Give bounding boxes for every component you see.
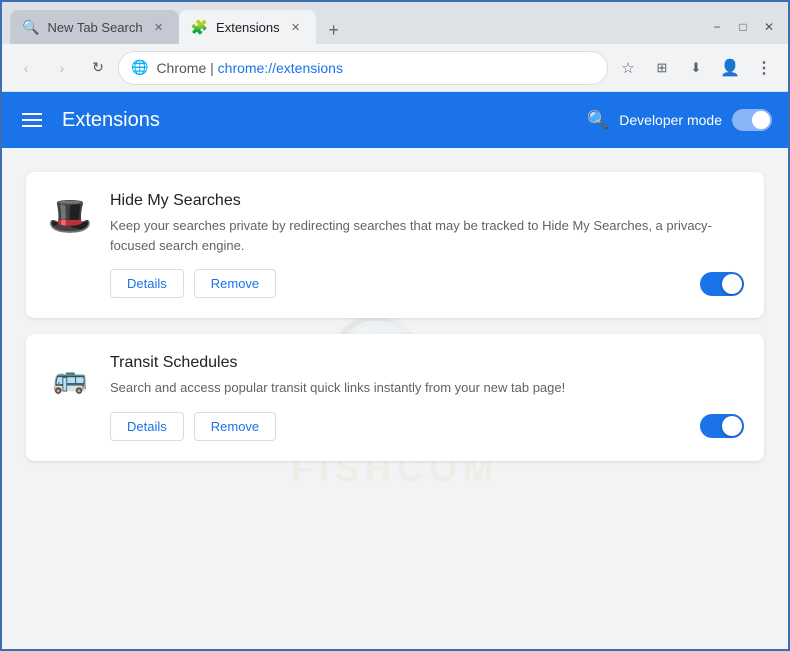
tab-search-icon: 🔍 xyxy=(22,19,39,36)
transit-schedules-toggle-knob xyxy=(722,416,742,436)
menu-icon[interactable]: ⋮ xyxy=(748,52,780,84)
minimize-button[interactable]: − xyxy=(706,16,728,38)
extension-card-transit-schedules: 🚌 Transit Schedules Search and access po… xyxy=(26,334,764,461)
nav-bar: ‹ › ↻ 🌐 Chrome | chrome://extensions ☆ ⊞… xyxy=(2,44,788,92)
tab-new-tab-search-label: New Tab Search xyxy=(47,20,142,35)
reload-button[interactable]: ↻ xyxy=(82,52,114,84)
extensions-header: Extensions 🔍 Developer mode xyxy=(2,92,788,148)
hide-my-searches-toggle[interactable] xyxy=(700,272,744,296)
transit-schedules-remove-button[interactable]: Remove xyxy=(194,412,276,441)
address-text: Chrome | chrome://extensions xyxy=(156,60,595,76)
transit-schedules-body: Transit Schedules Search and access popu… xyxy=(110,354,744,441)
main-content: 🔍 FISHCOM 🎩 Hide My Searches Keep your s… xyxy=(2,148,788,649)
developer-mode-toggle[interactable] xyxy=(732,109,772,131)
tab-extensions-icon: 🧩 xyxy=(191,19,208,36)
new-tab-button[interactable]: + xyxy=(320,16,348,44)
tab-new-tab-search[interactable]: 🔍 New Tab Search ✕ xyxy=(10,10,179,44)
transit-schedules-desc: Search and access popular transit quick … xyxy=(110,378,744,398)
address-domain: Chrome | xyxy=(156,60,217,76)
hide-my-searches-desc: Keep your searches private by redirectin… xyxy=(110,216,744,255)
tab-bar: 🔍 New Tab Search ✕ 🧩 Extensions ✕ + − □ … xyxy=(2,2,788,44)
tab-new-tab-search-close[interactable]: ✕ xyxy=(151,19,167,35)
hide-my-searches-toggle-knob xyxy=(722,274,742,294)
window-controls: − □ ✕ xyxy=(706,16,780,44)
transit-schedules-toggle[interactable] xyxy=(700,414,744,438)
hide-my-searches-details-button[interactable]: Details xyxy=(110,269,184,298)
tab-extensions-close[interactable]: ✕ xyxy=(288,19,304,35)
hamburger-menu[interactable] xyxy=(18,109,46,131)
extension-card-hide-my-searches: 🎩 Hide My Searches Keep your searches pr… xyxy=(26,172,764,318)
browser-window: 🔍 New Tab Search ✕ 🧩 Extensions ✕ + − □ … xyxy=(0,0,790,651)
developer-mode-label: Developer mode xyxy=(619,112,722,128)
hide-my-searches-name: Hide My Searches xyxy=(110,192,744,210)
extensions-title: Extensions xyxy=(62,109,571,132)
hide-my-searches-body: Hide My Searches Keep your searches priv… xyxy=(110,192,744,298)
profile-icon[interactable]: 👤 xyxy=(714,52,746,84)
globe-icon: 🌐 xyxy=(131,59,148,76)
transit-schedules-details-button[interactable]: Details xyxy=(110,412,184,441)
tab-extensions-label: Extensions xyxy=(216,20,280,35)
transit-schedules-name: Transit Schedules xyxy=(110,354,744,372)
transit-schedules-actions: Details Remove xyxy=(110,412,744,441)
back-button[interactable]: ‹ xyxy=(10,52,42,84)
hide-my-searches-remove-button[interactable]: Remove xyxy=(194,269,276,298)
toggle-knob xyxy=(752,111,770,129)
bookmark-icon[interactable]: ☆ xyxy=(612,52,644,84)
forward-button[interactable]: › xyxy=(46,52,78,84)
close-button[interactable]: ✕ xyxy=(758,16,780,38)
hide-my-searches-icon: 🎩 xyxy=(46,192,94,240)
maximize-button[interactable]: □ xyxy=(732,16,754,38)
header-search-icon[interactable]: 🔍 xyxy=(587,110,609,131)
extensions-grid-icon[interactable]: ⊞ xyxy=(646,52,678,84)
transit-schedules-icon: 🚌 xyxy=(46,354,94,402)
address-path: chrome://extensions xyxy=(218,60,343,76)
downloads-icon[interactable]: ⬇ xyxy=(680,52,712,84)
tab-extensions[interactable]: 🧩 Extensions ✕ xyxy=(179,10,316,44)
hide-my-searches-actions: Details Remove xyxy=(110,269,744,298)
address-bar[interactable]: 🌐 Chrome | chrome://extensions xyxy=(118,51,608,85)
dev-mode-area: 🔍 Developer mode xyxy=(587,109,772,131)
nav-icons: ☆ ⊞ ⬇ 👤 ⋮ xyxy=(612,52,780,84)
